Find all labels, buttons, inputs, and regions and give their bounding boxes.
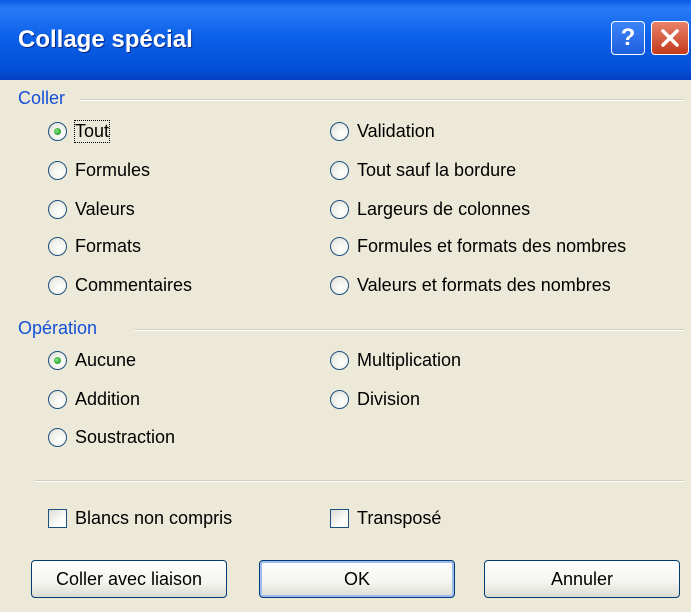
radio-multiplication[interactable]: Multiplication xyxy=(330,347,461,373)
checkbox-blancs-non-compris[interactable]: Blancs non compris xyxy=(48,505,232,531)
radio-button[interactable] xyxy=(330,121,349,141)
radio-label: Formules et formats des nombres xyxy=(357,235,627,256)
radio-button[interactable] xyxy=(330,389,349,409)
radio-button[interactable] xyxy=(48,199,67,219)
help-icon: ? xyxy=(620,24,636,51)
radio-tout-sauf-bordure[interactable]: Tout sauf la bordure xyxy=(330,157,516,183)
radio-valeurs[interactable]: Valeurs xyxy=(48,196,135,222)
radio-formats[interactable]: Formats xyxy=(48,233,141,259)
radio-soustraction[interactable]: Soustraction xyxy=(48,424,175,450)
title-bar[interactable]: Collage spécial ? xyxy=(0,0,691,80)
radio-addition[interactable]: Addition xyxy=(48,386,140,412)
radio-label: Division xyxy=(357,388,421,409)
radio-label: Valeurs xyxy=(75,198,135,219)
radio-tout[interactable]: Tout xyxy=(48,118,111,144)
radio-division[interactable]: Division xyxy=(330,386,420,412)
radio-button-selected[interactable] xyxy=(48,121,67,141)
radio-button[interactable] xyxy=(330,350,349,370)
radio-button[interactable] xyxy=(330,199,349,219)
checkbox[interactable] xyxy=(48,508,67,528)
radio-button-selected[interactable] xyxy=(48,350,67,370)
radio-button[interactable] xyxy=(330,236,349,256)
radio-label: Valeurs et formats des nombres xyxy=(357,274,611,295)
radio-validation[interactable]: Validation xyxy=(330,118,435,144)
radio-label: Formules xyxy=(75,159,151,180)
radio-label: Commentaires xyxy=(75,274,193,295)
cancel-button[interactable]: Annuler xyxy=(484,560,680,598)
close-icon xyxy=(661,29,679,47)
radio-button[interactable] xyxy=(330,275,349,295)
radio-button[interactable] xyxy=(48,236,67,256)
radio-button[interactable] xyxy=(48,389,67,409)
dialog-title: Collage spécial xyxy=(18,26,193,53)
radio-button[interactable] xyxy=(48,160,67,180)
operation-group-label: Opération xyxy=(18,318,98,338)
radio-label: Multiplication xyxy=(357,349,462,370)
radio-formules-formats-nombres[interactable]: Formules et formats des nombres xyxy=(330,233,626,259)
radio-label: Addition xyxy=(75,388,141,409)
operation-group-divider xyxy=(134,329,684,331)
radio-button[interactable] xyxy=(48,275,67,295)
radio-valeurs-formats-nombres[interactable]: Valeurs et formats des nombres xyxy=(330,272,611,298)
radio-button[interactable] xyxy=(48,427,67,447)
radio-label: Tout xyxy=(73,119,111,143)
checkbox-label: Blancs non compris xyxy=(75,507,233,528)
checkbox-transpose[interactable]: Transposé xyxy=(330,505,441,531)
radio-label: Aucune xyxy=(75,349,137,370)
radio-label: Soustraction xyxy=(75,426,176,447)
radio-formules[interactable]: Formules xyxy=(48,157,150,183)
paste-link-button[interactable]: Coller avec liaison xyxy=(31,560,227,598)
radio-label: Tout sauf la bordure xyxy=(357,159,517,180)
radio-aucune[interactable]: Aucune xyxy=(48,347,136,373)
checkbox[interactable] xyxy=(330,508,349,528)
close-button[interactable] xyxy=(651,21,689,55)
options-separator xyxy=(34,480,684,482)
radio-label: Validation xyxy=(357,120,435,141)
radio-label: Largeurs de colonnes xyxy=(357,198,531,219)
help-button[interactable]: ? xyxy=(611,21,645,55)
ok-button[interactable]: OK xyxy=(259,560,455,598)
radio-label: Formats xyxy=(75,235,142,256)
radio-largeurs-colonnes[interactable]: Largeurs de colonnes xyxy=(330,196,530,222)
radio-commentaires[interactable]: Commentaires xyxy=(48,272,192,298)
coller-group-divider xyxy=(80,99,684,101)
coller-group-label: Coller xyxy=(18,88,66,108)
checkbox-label: Transposé xyxy=(357,507,442,528)
radio-button[interactable] xyxy=(330,160,349,180)
